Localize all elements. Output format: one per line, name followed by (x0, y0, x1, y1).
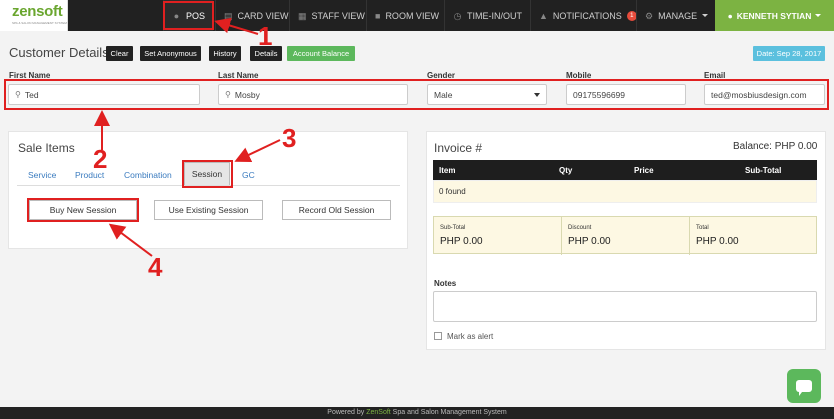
subtotal-value: PHP 0.00 (440, 236, 483, 247)
nav-staff-view[interactable]: ▦ STAFF VIEW (289, 0, 366, 31)
annotation-number-4: 4 (148, 252, 163, 282)
total-value: PHP 0.00 (696, 236, 739, 247)
nav-notifications[interactable]: ▲ NOTIFICATIONS 1 (530, 0, 637, 31)
brand-logo[interactable]: zensoft SPA & SALON MANAGEMENT SYSTEM (0, 0, 68, 31)
tab-combination[interactable]: Combination (124, 170, 172, 180)
gear-icon: ⚙ (645, 10, 654, 21)
nav-manage[interactable]: ⚙ MANAGE (636, 0, 715, 31)
totals-box: Sub-Total PHP 0.00 Discount PHP 0.00 Tot… (433, 216, 817, 255)
brand-name: zensoft (12, 3, 63, 20)
mark-as-alert-checkbox[interactable] (434, 332, 442, 340)
mark-as-alert-label[interactable]: Mark as alert (447, 332, 493, 341)
total-cell: Total PHP 0.00 (690, 217, 816, 255)
nav-time-in-out-label: TIME-IN/OUT (467, 10, 522, 21)
bell-icon: ▲ (539, 10, 548, 21)
footer-brand-link[interactable]: ZenSoft (366, 409, 391, 416)
clear-button[interactable]: Clear (106, 46, 133, 61)
footer-suffix: Spa and Salon Management System (390, 409, 507, 416)
chat-button[interactable] (787, 369, 821, 403)
column-header-price: Price (634, 166, 654, 175)
annotation-number-3: 3 (282, 123, 297, 153)
discount-label: Discount (568, 225, 592, 231)
invoice-balance: Balance: PHP 0.00 (733, 141, 818, 152)
column-header-subtotal: Sub-Total (745, 166, 782, 175)
account-balance-button[interactable]: Account Balance (287, 46, 355, 61)
annotation-number-1: 1 (258, 21, 273, 51)
tab-gc[interactable]: GC (242, 170, 255, 180)
user-icon: ● (727, 10, 733, 21)
top-navbar: zensoft SPA & SALON MANAGEMENT SYSTEM ● … (0, 0, 834, 31)
annotation-box-customer-fields (4, 79, 829, 110)
chat-icon (796, 380, 812, 396)
discount-value: PHP 0.00 (568, 236, 611, 247)
nav-staff-view-label: STAFF VIEW (311, 10, 365, 21)
user-menu[interactable]: ● KENNETH SYTIAN (715, 0, 834, 31)
subtotal-cell: Sub-Total PHP 0.00 (434, 217, 562, 255)
notes-textarea[interactable] (433, 291, 817, 322)
column-header-item: Item (439, 166, 456, 175)
annotation-box-buy-new-session (27, 198, 139, 222)
history-button[interactable]: History (209, 46, 241, 61)
room-icon: ■ (375, 10, 381, 21)
tab-service[interactable]: Service (28, 170, 56, 180)
notes-label: Notes (434, 279, 457, 288)
nav-manage-label: MANAGE (658, 10, 698, 21)
invoice-empty-row: 0 found (433, 180, 817, 203)
use-existing-session-button[interactable]: Use Existing Session (154, 200, 263, 220)
nav-time-in-out[interactable]: ◷ TIME-IN/OUT (444, 0, 530, 31)
clock-icon: ◷ (453, 10, 462, 21)
nav-room-view[interactable]: ■ ROOM VIEW (366, 0, 444, 31)
invoice-table-header: Item Qty Price Sub-Total (433, 160, 817, 180)
subtotal-label: Sub-Total (440, 225, 466, 231)
column-header-qty: Qty (559, 166, 573, 175)
annotation-box-session-tab (182, 160, 233, 188)
nav-notifications-label: NOTIFICATIONS (552, 10, 622, 21)
user-name: KENNETH SYTIAN (736, 10, 812, 21)
footer: Powered by ZenSoft Spa and Salon Managem… (0, 407, 834, 419)
card-icon: ▤ (224, 10, 233, 21)
staff-icon: ▦ (298, 10, 307, 21)
set-anonymous-button[interactable]: Set Anonymous (140, 46, 201, 61)
nav-card-view[interactable]: ▤ CARD VIEW (215, 0, 289, 31)
brand-tagline: SPA & SALON MANAGEMENT SYSTEM (12, 21, 67, 25)
nav-card-view-label: CARD VIEW (237, 10, 289, 21)
record-old-session-button[interactable]: Record Old Session (282, 200, 391, 220)
annotation-box-pos (163, 1, 214, 30)
total-label: Total (696, 225, 709, 231)
chevron-down-icon (702, 14, 709, 17)
annotation-number-2: 2 (93, 144, 108, 174)
nav-room-view-label: ROOM VIEW (385, 10, 439, 21)
chevron-down-icon (815, 14, 822, 17)
footer-prefix: Powered by (327, 409, 367, 416)
date-badge: Date: Sep 28, 2017 (753, 46, 825, 61)
invoice-title: Invoice # (434, 141, 483, 155)
sale-items-title: Sale Items (18, 141, 75, 155)
discount-cell: Discount PHP 0.00 (562, 217, 690, 255)
customer-details-title: Customer Details (9, 45, 109, 60)
